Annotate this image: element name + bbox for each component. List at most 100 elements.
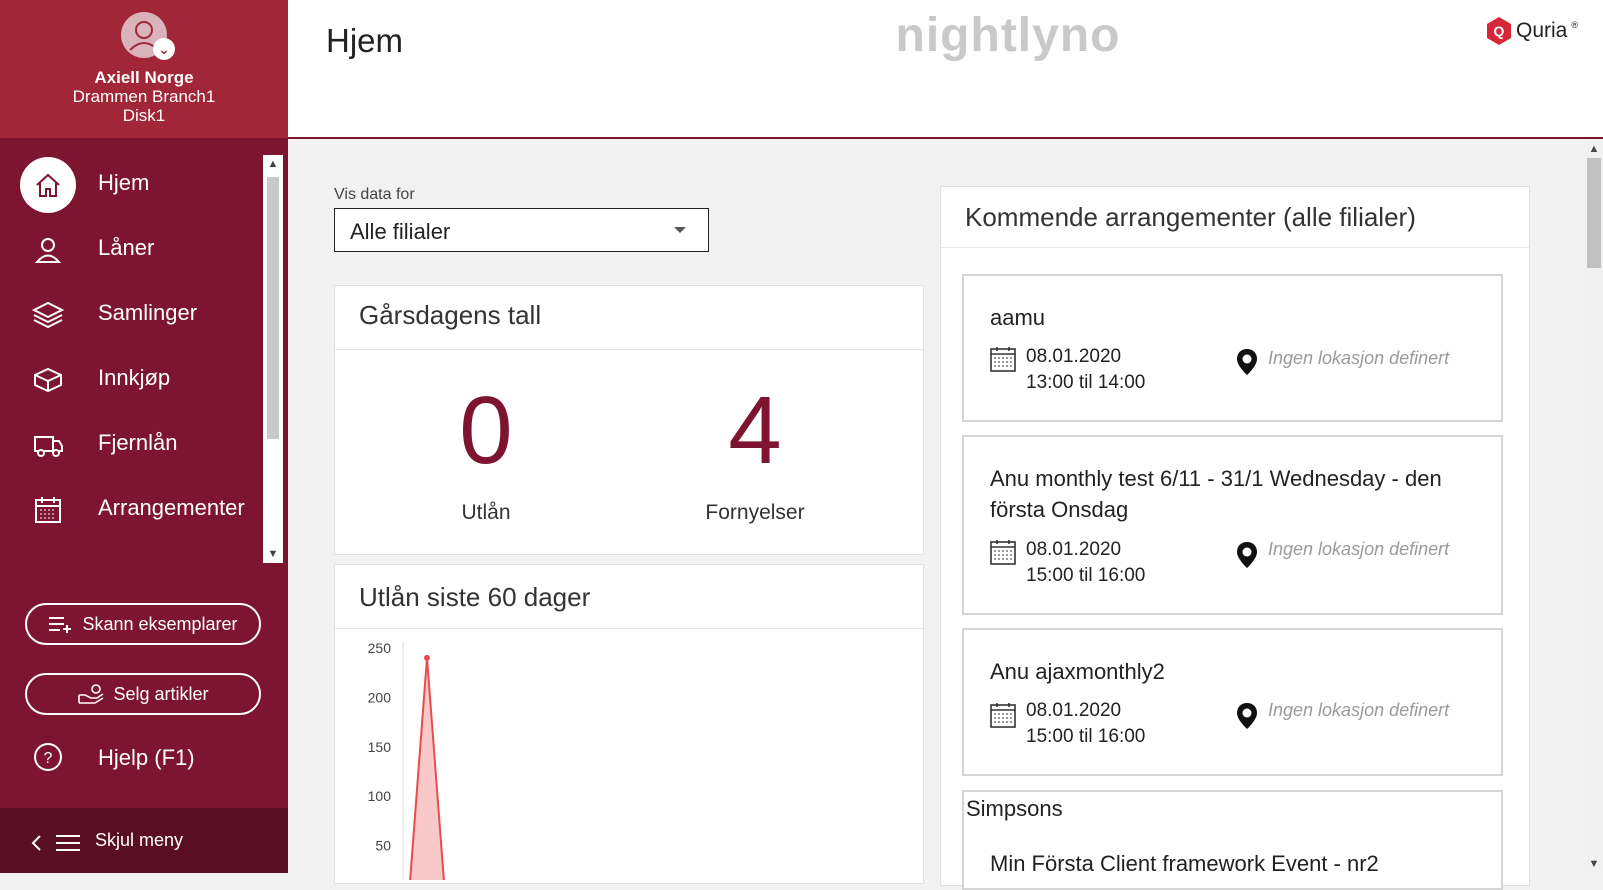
filter-label: Vis data for — [334, 186, 415, 203]
series-area — [410, 657, 444, 880]
event-group-title: Simpsons — [966, 796, 1063, 821]
environment-name: nightlyno — [895, 9, 1121, 62]
scan-items-label: Skann eksemplarer — [82, 613, 238, 634]
event-location: Ingen lokasjon definert — [1268, 539, 1450, 559]
nav-scroll-thumb[interactable] — [267, 177, 279, 439]
svg-text:Q: Q — [1494, 23, 1505, 39]
card-divider — [335, 349, 923, 350]
layers-icon — [20, 287, 76, 343]
desk-name: Disk1 — [122, 106, 166, 125]
calendar-icon — [20, 482, 76, 538]
y-tick-label: 250 — [368, 640, 392, 656]
sell-items-label: Selg artikler — [113, 683, 209, 704]
nav-item-arrangementer[interactable]: Arrangementer — [0, 480, 262, 540]
y-tick-label: 200 — [368, 689, 392, 705]
nav-label: Låner — [98, 235, 155, 260]
menu-icon — [56, 835, 80, 851]
calendar-icon — [990, 540, 1016, 565]
nav-label: Hjem — [98, 170, 150, 195]
svg-text:?: ? — [44, 750, 53, 767]
scan-items-button[interactable]: Skann eksemplarer — [25, 603, 261, 645]
nav-item-fjernlan[interactable]: Fjernlån — [0, 415, 262, 475]
help-link[interactable]: ? Hjelp (F1) — [0, 728, 288, 788]
event-title: Min Första Client framework Event - nr2 — [990, 851, 1379, 876]
branch-filter-select[interactable]: Alle filialer — [334, 208, 709, 252]
nav-label: Arrangementer — [98, 495, 245, 520]
nav-item-innkjop[interactable]: Innkjøp — [0, 350, 262, 410]
card-title: Gårsdagens tall — [359, 300, 542, 330]
card-divider — [941, 247, 1529, 248]
yesterday-stats-card: Gårsdagens tall 0 Utlån 4 Fornyelser — [334, 285, 924, 555]
main-nav: Hjem Låner Samlinger Innkjøp Fjernlån Ar… — [0, 155, 262, 565]
sell-items-button[interactable]: Selg artikler — [25, 673, 261, 715]
event-location: Ingen lokasjon definert — [1268, 348, 1450, 368]
scroll-up-icon[interactable]: ▲ — [1585, 140, 1603, 158]
brand-name: Quria — [1516, 19, 1568, 42]
branch-filter-value: Alle filialer — [350, 219, 451, 244]
registered-mark: ® — [1571, 20, 1578, 30]
loans-chart: 250 200 150 100 50 — [368, 640, 445, 880]
help-icon: ? — [34, 743, 62, 771]
page-title: Hjem — [326, 22, 404, 59]
event-date: 08.01.2020 — [1026, 700, 1122, 721]
card-title: Utlån siste 60 dager — [359, 582, 591, 612]
quria-logo-icon: Q — [1487, 17, 1511, 45]
nav-item-laner[interactable]: Låner — [0, 220, 262, 280]
nav-item-hjem[interactable]: Hjem — [0, 155, 262, 215]
y-tick-label: 50 — [375, 838, 391, 854]
event-time: 13:00 til 14:00 — [1026, 372, 1146, 393]
location-pin-icon — [1237, 542, 1257, 568]
event-date: 08.01.2020 — [1026, 346, 1122, 367]
hide-menu-button[interactable]: Skjul meny — [0, 808, 288, 873]
scroll-down-icon[interactable]: ▼ — [263, 545, 283, 563]
loans-chart-card: Utlån siste 60 dager 250 200 150 100 50 — [334, 564, 924, 884]
data-point[interactable] — [424, 654, 430, 661]
nav-label: Fjernlån — [98, 430, 178, 455]
event-location: Ingen lokasjon definert — [1268, 700, 1450, 720]
location-pin-icon — [1237, 703, 1257, 729]
home-icon — [20, 157, 76, 213]
y-tick-label: 150 — [368, 739, 392, 755]
caret-down-icon — [674, 227, 686, 233]
calendar-icon — [990, 347, 1016, 372]
loans-count: 0 — [459, 377, 513, 484]
chevron-left-icon — [31, 835, 41, 851]
scroll-up-icon[interactable]: ▲ — [263, 155, 283, 173]
scan-list-icon — [49, 617, 72, 633]
hand-coin-icon — [78, 684, 104, 704]
main-scroll-thumb[interactable] — [1587, 158, 1601, 268]
brand-logo: Q Quria ® — [1486, 16, 1578, 46]
event-card[interactable]: Anu ajaxmonthly2 08.01.2020 15:00 til 16… — [962, 628, 1503, 776]
hide-menu-label: Skjul meny — [95, 830, 184, 850]
event-date: 08.01.2020 — [1026, 539, 1122, 560]
user-profile[interactable]: ⌄ Axiell Norge Drammen Branch1 Disk1 — [0, 0, 288, 138]
card-divider — [335, 628, 923, 629]
sidebar: ⌄ Axiell Norge Drammen Branch1 Disk1 Hje… — [0, 0, 288, 873]
org-name: Axiell Norge — [94, 68, 194, 87]
event-group-card[interactable]: Simpsons Min Första Client framework Eve… — [962, 790, 1503, 890]
nav-item-samlinger[interactable]: Samlinger — [0, 285, 262, 345]
scroll-down-icon[interactable]: ▼ — [1585, 855, 1603, 873]
help-label: Hjelp (F1) — [98, 745, 195, 770]
renewals-label: Fornyelser — [705, 501, 805, 524]
branch-name: Drammen Branch1 — [72, 87, 216, 106]
y-tick-label: 100 — [368, 788, 392, 804]
box-icon — [20, 352, 76, 408]
truck-icon — [20, 417, 76, 473]
nav-scrollbar[interactable]: ▲ ▼ — [263, 155, 283, 563]
event-time: 15:00 til 16:00 — [1026, 726, 1146, 747]
calendar-icon — [990, 703, 1016, 728]
event-card[interactable]: Anu monthly test 6/11 - 31/1 Wednesday -… — [962, 435, 1503, 615]
loans-label: Utlån — [461, 501, 511, 524]
event-title: aamu — [990, 305, 1046, 330]
chevron-down-icon[interactable]: ⌄ — [153, 38, 175, 60]
card-title: Kommende arrangementer (alle filialer) — [965, 202, 1416, 232]
location-pin-icon — [1237, 349, 1257, 375]
main-scrollbar[interactable]: ▲ ▼ — [1585, 140, 1603, 873]
event-card[interactable]: aamu 08.01.2020 13:00 til 14:00 Ingen lo… — [962, 274, 1503, 422]
event-time: 15:00 til 16:00 — [1026, 565, 1146, 586]
event-title: Anu ajaxmonthly2 — [990, 659, 1165, 684]
header: Hjem nightlyno Q Quria ® — [288, 0, 1603, 139]
event-title: Anu monthly test 6/11 - 31/1 Wednesday -… — [990, 466, 1442, 522]
user-icon — [20, 222, 76, 278]
